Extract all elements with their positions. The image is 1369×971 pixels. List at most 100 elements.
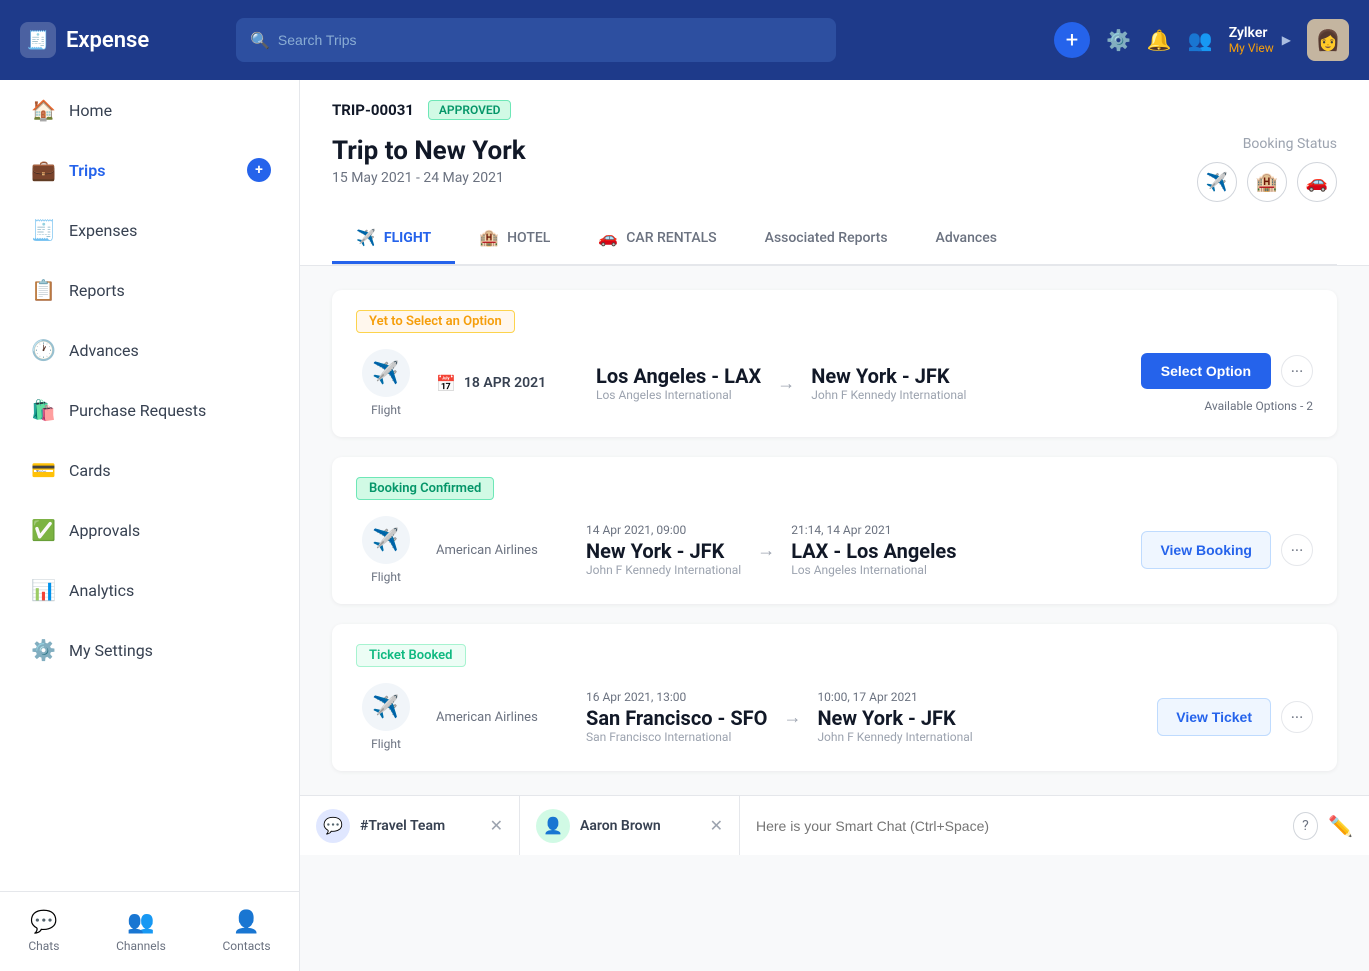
close-dm-icon[interactable]: ✕ <box>710 816 723 835</box>
sidebar-bottom: 💬 Chats 👥 Channels 👤 Contacts <box>0 891 299 971</box>
flight-type-2: ✈️ Flight <box>356 516 416 584</box>
user-name: Zylker <box>1229 25 1274 41</box>
sidebar-label-my-settings: My Settings <box>69 641 153 660</box>
sidebar-bottom-contacts[interactable]: 👤 Contacts <box>222 910 270 953</box>
more-button-2[interactable]: ··· <box>1281 534 1313 566</box>
trips-badge: + <box>247 158 271 182</box>
flight-card-1-body: ✈️ Flight 📅 18 APR 2021 Los Angeles - LA… <box>356 349 1313 417</box>
flight-circle-icon-2: ✈️ <box>362 516 410 564</box>
trip-dates: 15 May 2021 - 24 May 2021 <box>332 170 526 186</box>
flight-type-3: ✈️ Flight <box>356 683 416 751</box>
smart-chat[interactable]: ? ✏️ <box>740 812 1369 840</box>
more-button-3[interactable]: ··· <box>1281 701 1313 733</box>
sidebar-item-cards[interactable]: 💳 Cards <box>0 440 299 500</box>
sidebar-item-approvals[interactable]: ✅ Approvals <box>0 500 299 560</box>
tabs: ✈️ FLIGHT 🏨 HOTEL 🚗 CAR RENTALS Associat… <box>332 214 1337 265</box>
sidebar-item-my-settings[interactable]: ⚙️ My Settings <box>0 620 299 680</box>
dm-avatar: 👤 <box>536 809 570 843</box>
approvals-icon: ✅ <box>31 518 55 542</box>
notification-icon[interactable]: 🔔 <box>1147 28 1172 52</box>
sidebar-item-analytics[interactable]: 📊 Analytics <box>0 560 299 620</box>
flight-actions-row-2: View Booking ··· <box>1141 531 1313 569</box>
sidebar-bottom-channels[interactable]: 👥 Channels <box>116 910 166 953</box>
sidebar-item-expenses[interactable]: 🧾 Expenses <box>0 200 299 260</box>
sidebar-item-reports[interactable]: 📋 Reports <box>0 260 299 320</box>
tab-hotel[interactable]: 🏨 HOTEL <box>455 214 574 264</box>
flight-type-label-2: Flight <box>371 570 401 584</box>
chats-label: Chats <box>28 939 59 953</box>
route-arrow-2: → <box>757 540 775 561</box>
flight-actions-2: View Booking ··· <box>1141 531 1313 569</box>
help-icon[interactable]: ? <box>1293 812 1318 840</box>
view-booking-button[interactable]: View Booking <box>1141 531 1271 569</box>
cards-icon: 💳 <box>31 458 55 482</box>
from-city-2: New York - JFK <box>586 539 741 563</box>
search-icon: 🔍 <box>250 31 270 50</box>
sidebar-item-home[interactable]: 🏠 Home <box>0 80 299 140</box>
sidebar-label-approvals: Approvals <box>69 521 140 540</box>
tab-advances-label: Advances <box>936 230 997 246</box>
trip-status-badge: APPROVED <box>428 100 512 120</box>
from-airport-1: Los Angeles International <box>596 388 761 402</box>
sidebar-item-advances[interactable]: 🕐 Advances <box>0 320 299 380</box>
user-menu[interactable]: Zylker My View ▶ <box>1229 25 1291 55</box>
contacts-icon[interactable]: 👥 <box>1188 28 1213 52</box>
sidebar-label-cards: Cards <box>69 461 111 480</box>
sidebar-bottom-chats[interactable]: 💬 Chats <box>28 910 59 953</box>
flight-card-3: Ticket Booked ✈️ Flight American Airline… <box>332 624 1337 771</box>
chat-channel[interactable]: 💬 #Travel Team ✕ <box>300 796 520 855</box>
route-arrow-3: → <box>783 707 801 728</box>
airline-name-3: American Airlines <box>436 710 566 725</box>
airline-info-3: American Airlines <box>436 710 566 725</box>
smart-chat-input[interactable] <box>756 818 1293 834</box>
flight-actions-3: View Ticket ··· <box>1157 698 1313 736</box>
status-badge-booked: Ticket Booked <box>356 644 466 667</box>
user-view: My View <box>1229 41 1274 55</box>
tab-car-rentals[interactable]: 🚗 CAR RENTALS <box>574 214 740 264</box>
search-input[interactable] <box>278 32 822 48</box>
flight-card-3-status: Ticket Booked <box>356 644 1313 667</box>
chats-icon: 💬 <box>30 910 57 935</box>
tab-advances[interactable]: Advances <box>912 214 1021 264</box>
tab-car-rentals-label: CAR RENTALS <box>626 230 716 246</box>
tab-flight[interactable]: ✈️ FLIGHT <box>332 214 455 264</box>
main-layout: 🏠 Home 💼 Trips + 🧾 Expenses 📋 Reports 🕐 … <box>0 80 1369 971</box>
sidebar-item-purchase-requests[interactable]: 🛍️ Purchase Requests <box>0 380 299 440</box>
add-button[interactable]: + <box>1054 22 1090 58</box>
close-channel-icon[interactable]: ✕ <box>490 816 503 835</box>
sidebar-label-home: Home <box>69 101 112 120</box>
to-city-2: LAX - Los Angeles <box>791 539 956 563</box>
hotel-status-icon: 🏨 <box>1247 162 1287 202</box>
flight-to-3: 10:00, 17 Apr 2021 New York - JFK John F… <box>817 690 972 744</box>
sidebar-item-trips[interactable]: 💼 Trips + <box>0 140 299 200</box>
compose-icon[interactable]: ✏️ <box>1328 814 1353 838</box>
advances-icon: 🕐 <box>31 338 55 362</box>
booking-status-label: Booking Status <box>1197 136 1337 152</box>
search-bar[interactable]: 🔍 <box>236 18 836 62</box>
view-ticket-button[interactable]: View Ticket <box>1157 698 1271 736</box>
chat-dm[interactable]: 👤 Aaron Brown ✕ <box>520 796 740 855</box>
sidebar: 🏠 Home 💼 Trips + 🧾 Expenses 📋 Reports 🕐 … <box>0 80 300 971</box>
to-datetime-3: 10:00, 17 Apr 2021 <box>817 690 972 704</box>
settings-icon[interactable]: ⚙️ <box>1106 28 1131 52</box>
dm-name: Aaron Brown <box>580 818 661 834</box>
channels-label: Channels <box>116 939 166 953</box>
to-airport-3: John F Kennedy International <box>817 730 972 744</box>
contacts-icon: 👤 <box>233 910 260 935</box>
more-button-1[interactable]: ··· <box>1281 355 1313 387</box>
flight-from-1: Los Angeles - LAX Los Angeles Internatio… <box>596 364 761 402</box>
to-airport-2: Los Angeles International <box>791 563 956 577</box>
purchase-icon: 🛍️ <box>31 398 55 422</box>
tab-associated-reports[interactable]: Associated Reports <box>741 214 912 264</box>
chevron-right-icon: ▶ <box>1282 33 1291 47</box>
select-option-button[interactable]: Select Option <box>1141 353 1271 389</box>
tab-hotel-label: HOTEL <box>507 230 550 246</box>
avatar[interactable]: 👩 <box>1307 19 1349 61</box>
sidebar-label-trips: Trips <box>69 161 105 180</box>
expenses-icon: 🧾 <box>31 218 55 242</box>
flight-from-2: 14 Apr 2021, 09:00 New York - JFK John F… <box>586 523 741 577</box>
main-content: TRIP-00031 APPROVED Trip to New York 15 … <box>300 80 1369 971</box>
to-datetime-2: 21:14, 14 Apr 2021 <box>791 523 956 537</box>
sidebar-label-reports: Reports <box>69 281 125 300</box>
from-city-1: Los Angeles - LAX <box>596 364 761 388</box>
